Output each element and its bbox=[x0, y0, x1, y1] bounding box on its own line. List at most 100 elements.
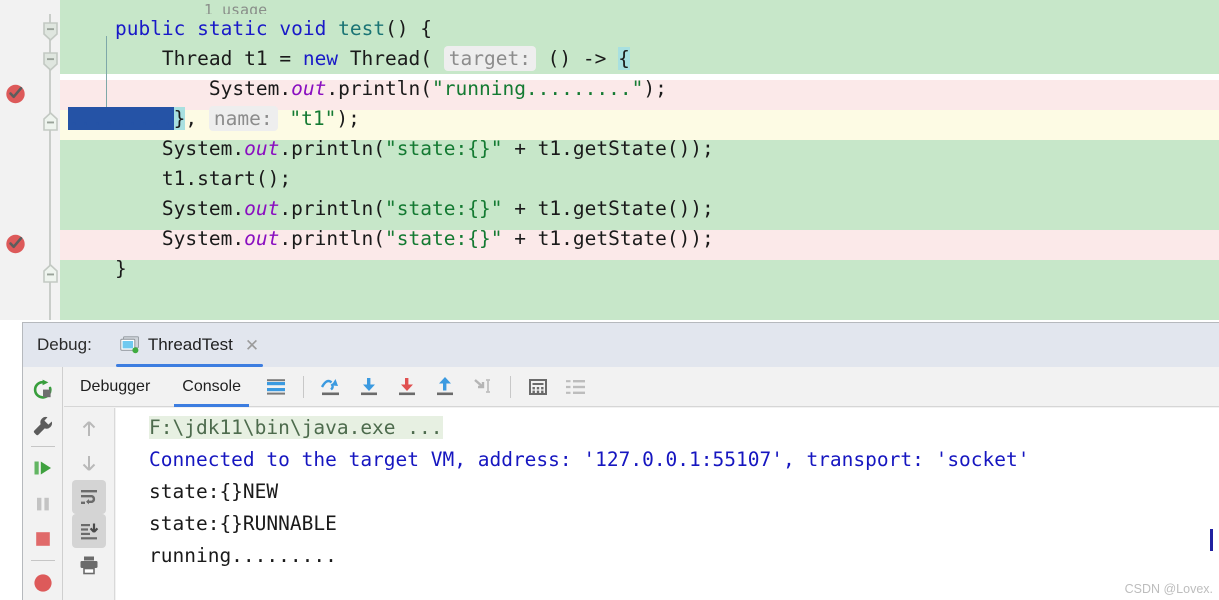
arrow-down-icon[interactable] bbox=[72, 446, 106, 480]
brace-match-open: { bbox=[618, 47, 630, 70]
usage-hint-line: 1 usage bbox=[60, 0, 1219, 15]
code-line-println-running: System.out.println("running........."); bbox=[208, 77, 667, 100]
usage-hint-label: 1 usage bbox=[203, 1, 268, 15]
call-getstate: getState bbox=[572, 137, 667, 160]
call-println: println bbox=[338, 77, 421, 100]
type-thread: Thread bbox=[161, 47, 233, 70]
scroll-to-end-icon[interactable] bbox=[72, 514, 106, 548]
soft-wrap-icon[interactable] bbox=[72, 480, 106, 514]
console-output[interactable]: F:\jdk11\bin\java.exe ... Connected to t… bbox=[116, 408, 1219, 600]
call-getstate: getState bbox=[572, 197, 667, 220]
debug-tab-title: ThreadTest bbox=[147, 335, 233, 354]
class-system: System bbox=[161, 227, 233, 250]
toolbar-separator bbox=[302, 375, 304, 398]
settings-list-icon[interactable] bbox=[557, 368, 595, 406]
console-command-text: F:\jdk11\bin\java.exe ... bbox=[149, 416, 443, 439]
field-out: out bbox=[291, 77, 327, 100]
evaluate-expression-icon[interactable] bbox=[519, 368, 557, 406]
breakpoint-verified-icon[interactable] bbox=[5, 83, 26, 104]
arrow-up-icon[interactable] bbox=[72, 412, 106, 446]
console-line: Connected to the target VM, address: '12… bbox=[149, 448, 1030, 471]
resume-program-icon[interactable] bbox=[26, 450, 60, 486]
keyword-new: new bbox=[302, 47, 339, 70]
run-configuration-icon bbox=[120, 336, 140, 354]
class-system: System bbox=[161, 137, 233, 160]
brace-match-close: } bbox=[173, 107, 186, 130]
debug-label: Debug: bbox=[37, 335, 92, 354]
editor-selection-block: ......... bbox=[68, 107, 174, 130]
console-line: running......... bbox=[149, 544, 337, 567]
console-gutter-toolbar[interactable] bbox=[64, 408, 115, 600]
tab-console[interactable]: Console bbox=[166, 367, 257, 407]
editor-gutter-breakpoints[interactable] bbox=[0, 0, 30, 320]
call-start: start bbox=[197, 167, 256, 190]
step-out-icon[interactable] bbox=[426, 368, 464, 406]
force-step-into-icon[interactable] bbox=[388, 368, 426, 406]
rerun-icon[interactable] bbox=[26, 372, 60, 408]
print-icon[interactable] bbox=[72, 548, 106, 582]
param-hint-name: name: bbox=[208, 106, 278, 131]
tab-debugger-label: Debugger bbox=[80, 377, 151, 395]
call-println: println bbox=[291, 137, 374, 160]
show-execution-point-icon[interactable] bbox=[257, 368, 295, 406]
code-line-lambda-close: .........}, name: "t1"); bbox=[68, 106, 360, 131]
pause-program-icon[interactable] bbox=[26, 486, 60, 522]
close-icon[interactable]: ✕ bbox=[245, 337, 259, 354]
debug-tool-window: Debug: ThreadTest ✕ Debugger Console F:\… bbox=[22, 322, 1219, 600]
fold-marker-method-close[interactable] bbox=[42, 264, 59, 284]
code-editor[interactable]: 1 usage public static void test() { Thre… bbox=[0, 0, 1219, 320]
toolbar-separator bbox=[30, 446, 55, 448]
console-caret bbox=[1210, 529, 1213, 551]
field-out: out bbox=[244, 137, 280, 160]
step-over-icon[interactable] bbox=[312, 368, 350, 406]
ctor-thread: Thread bbox=[349, 47, 421, 70]
field-out: out bbox=[244, 227, 280, 250]
console-line: state:{}NEW bbox=[149, 480, 279, 503]
class-system: System bbox=[161, 197, 233, 220]
call-getstate: getState bbox=[572, 227, 667, 250]
method-name-test: test bbox=[338, 17, 386, 40]
wrench-icon[interactable] bbox=[26, 408, 60, 444]
field-out: out bbox=[244, 197, 280, 220]
param-hint-target: target: bbox=[443, 46, 536, 71]
ide-window: 1 usage public static void test() { Thre… bbox=[0, 0, 1219, 600]
console-line: state:{}RUNNABLE bbox=[149, 512, 337, 535]
debug-tabs-row[interactable]: Debugger Console bbox=[64, 367, 1219, 407]
tab-debugger[interactable]: Debugger bbox=[64, 367, 166, 407]
fold-marker-method[interactable] bbox=[42, 22, 59, 42]
run-to-cursor-icon[interactable] bbox=[464, 368, 502, 406]
call-println: println bbox=[291, 197, 374, 220]
code-line-println-state-3: System.out.println("state:{}" + t1.getSt… bbox=[161, 227, 714, 250]
code-line-method-close: } bbox=[68, 257, 127, 280]
debug-session-tab[interactable]: ThreadTest ✕ bbox=[115, 323, 264, 367]
debug-left-toolbar[interactable] bbox=[23, 367, 63, 600]
console-line: F:\jdk11\bin\java.exe ... bbox=[116, 412, 1219, 444]
keyword-public: public bbox=[114, 17, 186, 40]
active-subtab-underline bbox=[174, 403, 249, 407]
stop-icon[interactable] bbox=[26, 522, 60, 558]
breakpoint-verified-icon[interactable] bbox=[5, 233, 26, 254]
keyword-void: void bbox=[279, 17, 327, 40]
string-state: "state:{}" bbox=[385, 137, 503, 160]
view-breakpoints-icon[interactable] bbox=[26, 564, 60, 600]
string-state: "state:{}" bbox=[385, 197, 503, 220]
code-text-area[interactable]: 1 usage public static void test() { Thre… bbox=[60, 0, 1219, 320]
call-println: println bbox=[291, 227, 374, 250]
code-line-println-state-2: System.out.println("state:{}" + t1.getSt… bbox=[161, 197, 714, 220]
debug-header: Debug: ThreadTest ✕ bbox=[23, 323, 1219, 367]
code-line-t1-start: t1.start(); bbox=[68, 167, 292, 190]
code-line-method-signature: public static void test() { bbox=[114, 17, 433, 40]
code-line-println-state-1: System.out.println("state:{}" + t1.getSt… bbox=[161, 137, 714, 160]
fold-marker-lambda-open[interactable] bbox=[42, 52, 59, 72]
fold-marker-lambda-close[interactable] bbox=[42, 112, 59, 132]
step-into-icon[interactable] bbox=[350, 368, 388, 406]
code-line-thread-decl: Thread t1 = new Thread( target: () -> { bbox=[161, 46, 630, 71]
string-running: "running........." bbox=[432, 77, 644, 100]
toolbar-separator bbox=[509, 375, 511, 398]
toolbar-separator bbox=[30, 560, 55, 562]
string-t1: "t1" bbox=[289, 107, 337, 130]
class-system: System bbox=[208, 77, 280, 100]
watermark: CSDN @Lovex. bbox=[1124, 582, 1213, 596]
string-state: "state:{}" bbox=[385, 227, 503, 250]
keyword-static: static bbox=[197, 17, 268, 40]
